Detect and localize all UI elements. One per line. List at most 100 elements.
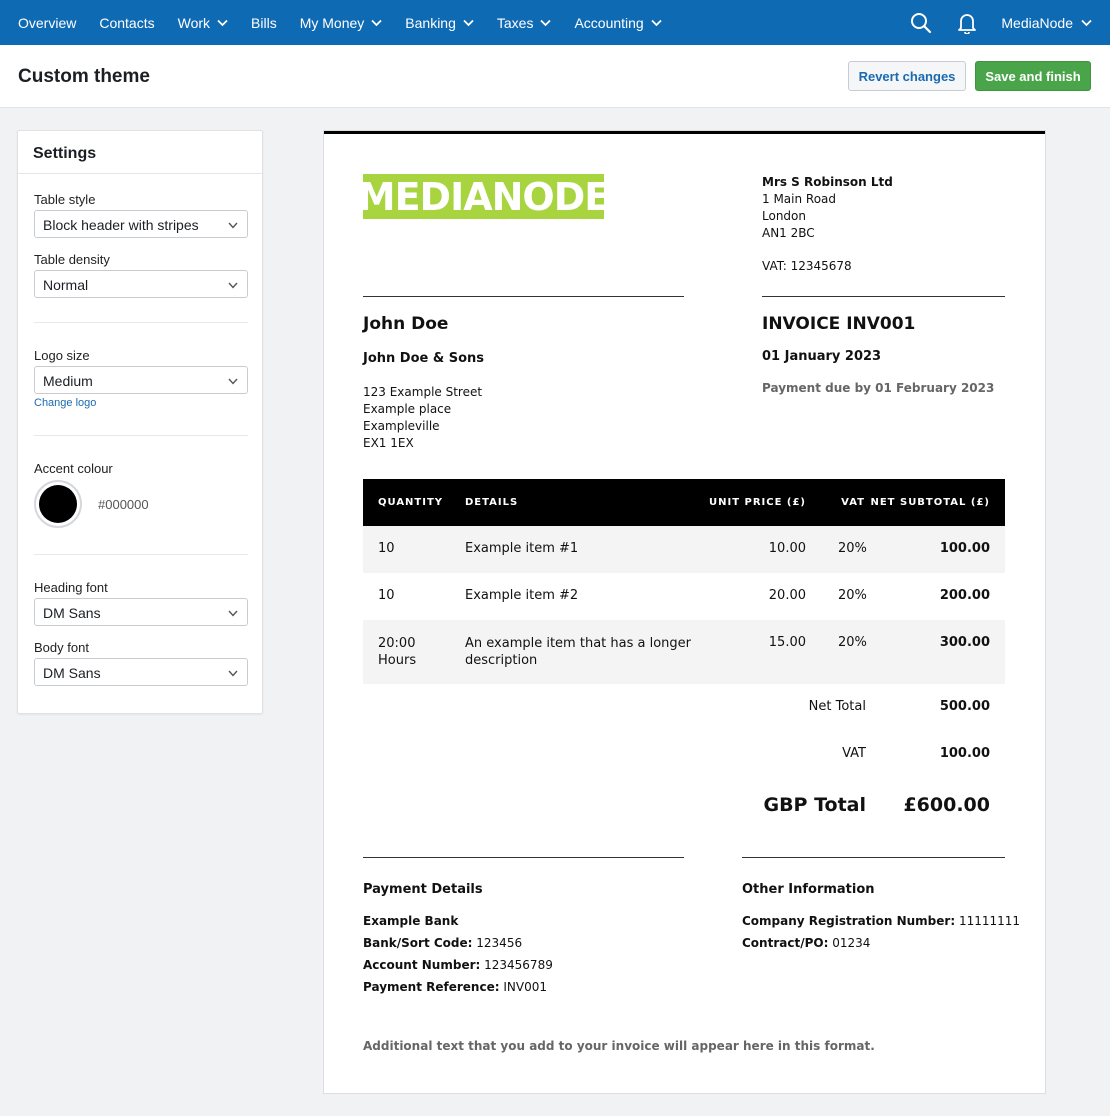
table-style-label: Table style — [34, 192, 96, 207]
nav-item-bills[interactable]: Bills — [251, 15, 277, 31]
nav-item-overview[interactable]: Overview — [18, 15, 76, 31]
page-header: Custom theme Revert changes Save and fin… — [0, 45, 1110, 108]
contract-po: Contract/PO: 01234 — [742, 936, 871, 950]
accent-colour-fill — [39, 485, 77, 523]
chevron-down-icon — [1081, 19, 1092, 26]
accent-colour-label: Accent colour — [34, 461, 113, 476]
save-and-finish-button[interactable]: Save and finish — [975, 61, 1091, 91]
client-address-line: EX1 1EX — [363, 436, 414, 450]
logo-size-label: Logo size — [34, 348, 90, 363]
column-header: VAT — [841, 497, 865, 508]
chevron-down-icon — [228, 610, 238, 617]
payment-due: Payment due by 01 February 2023 — [762, 381, 995, 395]
table-row: 20:00 Hours An example item that has a l… — [363, 620, 1005, 684]
vat-total-label: VAT — [842, 746, 866, 761]
row-vat: 20% — [838, 541, 867, 556]
client-address-line: Exampleville — [363, 419, 440, 433]
nav-item-my-money[interactable]: My Money — [300, 15, 383, 31]
divider — [762, 296, 1005, 297]
row-vat: 20% — [838, 635, 867, 650]
divider — [363, 296, 684, 297]
column-header: NET SUBTOTAL (£) — [870, 497, 990, 508]
accent-colour-hex: #000000 — [98, 497, 149, 512]
nav-menu: Overview Contacts Work Bills My Money Ba… — [18, 15, 685, 31]
row-quantity: 20:00 Hours — [378, 636, 417, 668]
column-header: UNIT PRICE (£) — [708, 497, 806, 508]
chevron-down-icon — [228, 282, 238, 289]
table-row: 10 Example item #1 10.00 20% 100.00 — [363, 526, 1005, 573]
row-unit-price: 20.00 — [768, 588, 806, 603]
divider — [34, 435, 248, 436]
bell-icon[interactable] — [955, 11, 979, 35]
vat-total-value: 100.00 — [939, 746, 990, 761]
client-address-line: Example place — [363, 402, 452, 416]
top-nav: Overview Contacts Work Bills My Money Ba… — [0, 0, 1110, 45]
row-details: Example item #1 — [465, 541, 579, 556]
body-font-label: Body font — [34, 640, 89, 655]
chevron-down-icon — [228, 670, 238, 677]
nav-item-taxes[interactable]: Taxes — [497, 15, 552, 31]
sender-name: Mrs S Robinson Ltd — [762, 175, 893, 189]
page-title: Custom theme — [18, 66, 150, 87]
chevron-down-icon — [463, 19, 474, 26]
sender-address-line: 1 Main Road — [762, 192, 837, 206]
divider — [363, 857, 684, 858]
payment-details-title: Payment Details — [363, 882, 483, 897]
logo-size-select[interactable]: Medium — [34, 366, 248, 394]
invoice-preview: MEDIANODE Mrs S Robinson Ltd 1 Main Road… — [324, 131, 1045, 1093]
company-logo: MEDIANODE — [357, 174, 610, 219]
sender-address-line: London — [762, 209, 806, 223]
sender-address-line: AN1 2BC — [762, 226, 815, 240]
chevron-down-icon — [217, 19, 228, 26]
table-density-select[interactable]: Normal — [34, 270, 248, 298]
row-vat: 20% — [838, 588, 867, 603]
org-name: MediaNode — [1001, 14, 1073, 31]
divider — [34, 554, 248, 555]
row-subtotal: 300.00 — [939, 635, 990, 650]
items-table-header: QUANTITY DETAILS UNIT PRICE (£) VAT NET … — [363, 479, 1005, 526]
row-quantity: 10 — [378, 541, 395, 556]
bank-name: Example Bank — [363, 914, 459, 928]
row-unit-price: 15.00 — [768, 635, 806, 650]
nav-right: MediaNode — [909, 11, 1092, 35]
divider — [34, 322, 248, 323]
chevron-down-icon — [651, 19, 662, 26]
net-total-value: 500.00 — [939, 699, 990, 714]
heading-font-label: Heading font — [34, 580, 108, 595]
chevron-down-icon — [540, 19, 552, 26]
client-address-line: 123 Example Street — [363, 385, 483, 399]
gbp-total-label: GBP Total — [763, 794, 866, 816]
table-row: 10 Example item #2 20.00 20% 200.00 — [363, 573, 1005, 620]
gbp-total-value: £600.00 — [903, 794, 990, 816]
accent-colour-swatch[interactable] — [34, 480, 82, 528]
heading-font-select[interactable]: DM Sans — [34, 598, 248, 626]
client-name: John Doe — [363, 314, 449, 334]
search-icon[interactable] — [909, 11, 933, 35]
payment-reference: Payment Reference: INV001 — [363, 980, 547, 994]
nav-item-work[interactable]: Work — [178, 15, 228, 31]
chevron-down-icon — [228, 222, 238, 229]
sort-code: Bank/Sort Code: 123456 — [363, 936, 523, 950]
other-information-title: Other Information — [742, 882, 875, 897]
change-logo-link[interactable]: Change logo — [34, 397, 96, 409]
row-subtotal: 100.00 — [939, 541, 990, 556]
settings-title: Settings — [18, 131, 262, 174]
row-subtotal: 200.00 — [939, 588, 990, 603]
revert-changes-button[interactable]: Revert changes — [848, 61, 966, 91]
table-density-label: Table density — [34, 252, 110, 267]
row-unit-price: 10.00 — [768, 541, 806, 556]
divider — [742, 857, 1005, 858]
company-registration: Company Registration Number: 11111111 — [742, 914, 1021, 928]
body-font-select[interactable]: DM Sans — [34, 658, 248, 686]
chevron-down-icon — [228, 378, 238, 385]
client-company: John Doe & Sons — [363, 351, 485, 366]
nav-item-contacts[interactable]: Contacts — [99, 15, 154, 31]
net-total-label: Net Total — [808, 699, 866, 714]
org-switcher[interactable]: MediaNode — [1001, 15, 1092, 31]
column-header: DETAILS — [465, 497, 519, 508]
nav-item-banking[interactable]: Banking — [405, 15, 474, 31]
column-header: QUANTITY — [378, 497, 444, 508]
nav-item-accounting[interactable]: Accounting — [574, 15, 662, 31]
table-style-select[interactable]: Block header with stripes — [34, 210, 248, 238]
settings-panel: Settings Table style Block header with s… — [17, 130, 263, 714]
